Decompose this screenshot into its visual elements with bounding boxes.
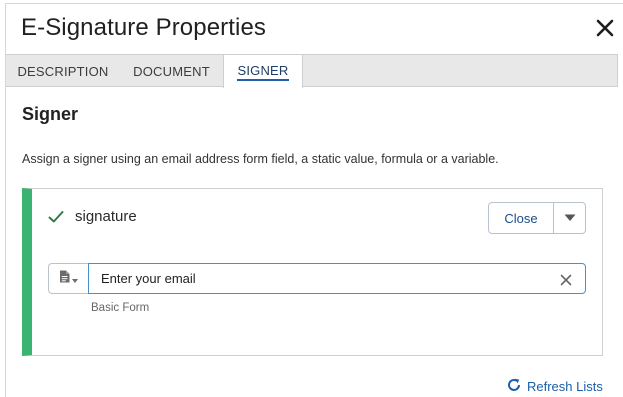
tab-label: SIGNER bbox=[237, 63, 289, 81]
refresh-lists-link[interactable]: Refresh Lists bbox=[507, 378, 603, 395]
tab-document[interactable]: DOCUMENT bbox=[120, 55, 223, 87]
close-icon[interactable] bbox=[594, 17, 616, 39]
email-field[interactable] bbox=[89, 264, 549, 293]
caret-down-icon bbox=[72, 270, 78, 288]
refresh-lists-label: Refresh Lists bbox=[527, 379, 603, 394]
section-description: Assign a signer using an email address f… bbox=[22, 152, 499, 166]
tab-description[interactable]: DESCRIPTION bbox=[6, 55, 120, 87]
field-type-selector[interactable] bbox=[48, 263, 88, 294]
signer-actions: Close bbox=[488, 202, 586, 234]
tab-bar: DESCRIPTION DOCUMENT SIGNER bbox=[6, 54, 618, 88]
refresh-icon bbox=[507, 378, 521, 395]
email-field-wrapper bbox=[88, 263, 586, 294]
esignature-dialog: E-Signature Properties DESCRIPTION DOCUM… bbox=[5, 3, 623, 397]
tab-signer[interactable]: SIGNER bbox=[223, 55, 303, 88]
source-form-label: Basic Form bbox=[91, 302, 150, 314]
tab-label: DESCRIPTION bbox=[17, 63, 109, 79]
signer-card: signature Close Enter your email Basic F… bbox=[22, 188, 603, 356]
section-title: Signer bbox=[22, 104, 79, 124]
document-icon bbox=[59, 270, 70, 288]
check-icon bbox=[48, 210, 64, 224]
tab-label: DOCUMENT bbox=[133, 63, 210, 79]
clear-icon[interactable] bbox=[560, 273, 572, 286]
signer-name: signature bbox=[75, 208, 137, 225]
close-button[interactable]: Close bbox=[489, 203, 554, 233]
dialog-title: E-Signature Properties bbox=[21, 14, 266, 41]
caret-down-icon[interactable] bbox=[554, 203, 585, 233]
